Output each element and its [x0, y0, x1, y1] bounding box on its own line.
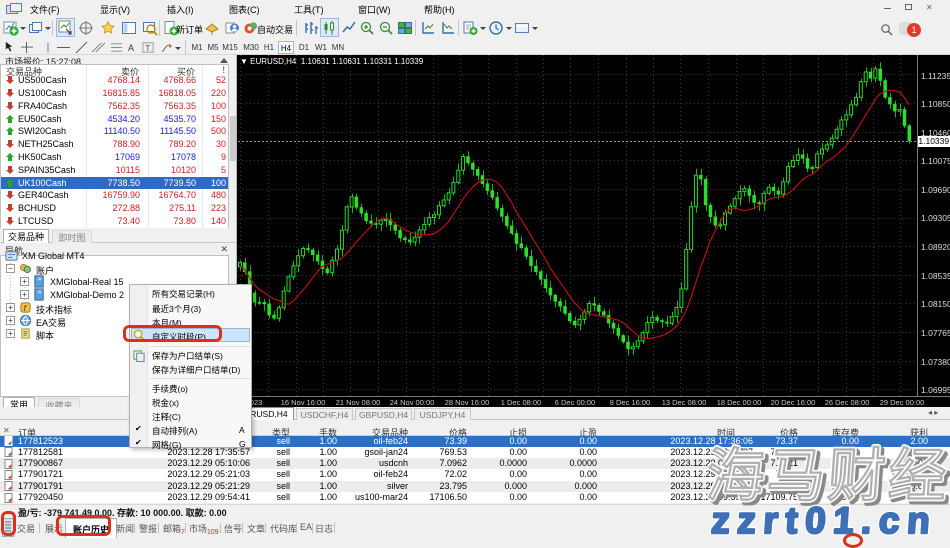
svg-text:T: T: [145, 43, 150, 53]
svg-text:zzrt01.cn: zzrt01.cn: [710, 499, 939, 538]
